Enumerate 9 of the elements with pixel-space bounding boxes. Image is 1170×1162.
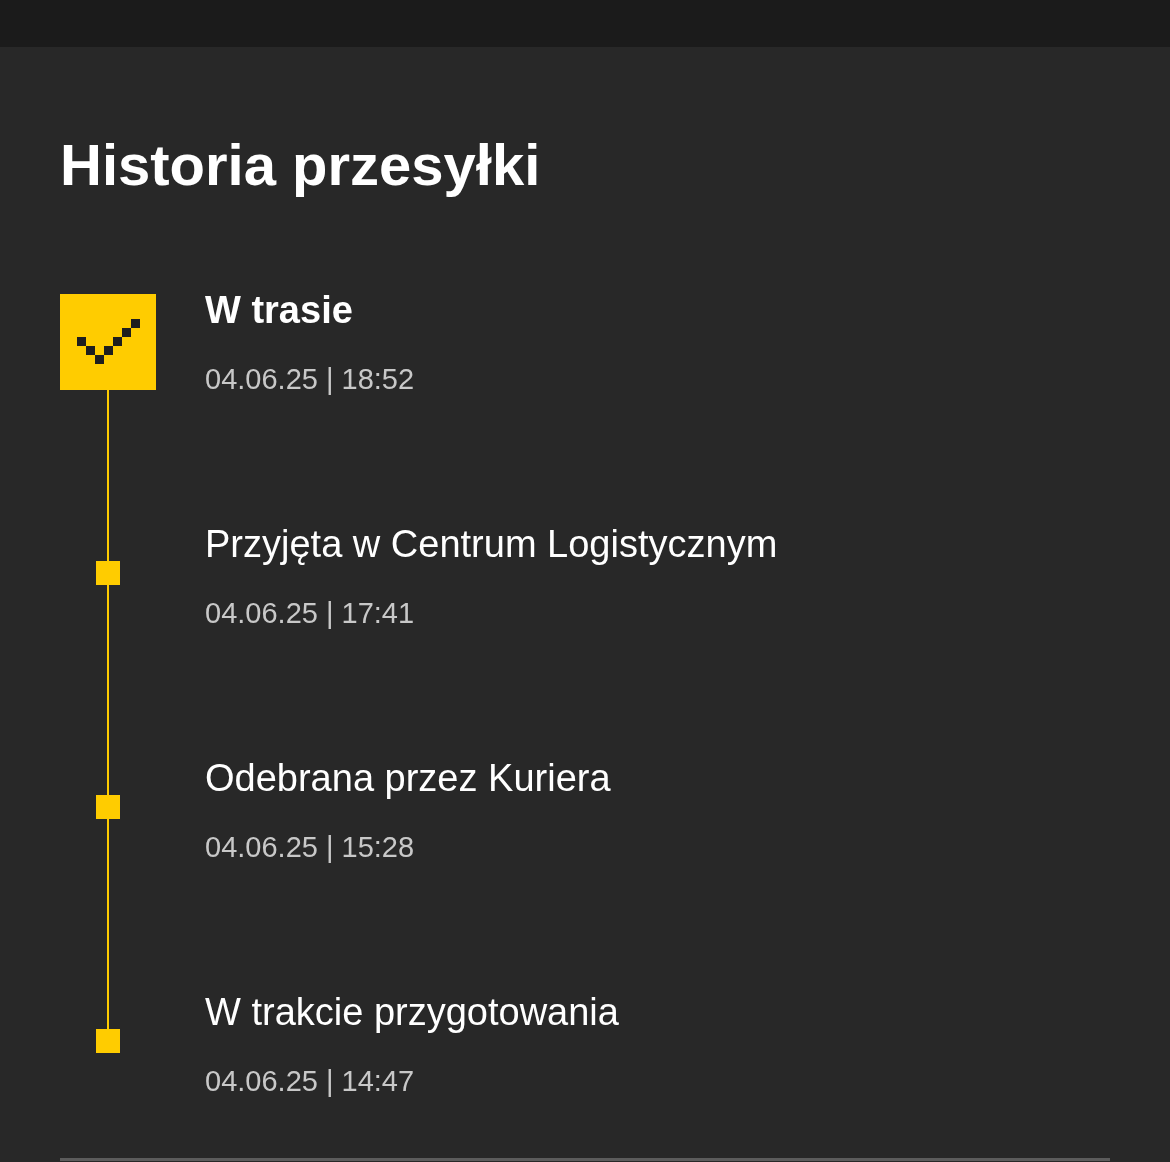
event-time: 04.06.25 | 18:52: [205, 362, 415, 397]
event-status: W trasie: [205, 289, 354, 331]
event-status: Przyjęta w Centrum Logistycznym: [205, 523, 778, 565]
event-status: Odebrana przez Kuriera: [205, 757, 611, 799]
event-time: 04.06.25 | 15:28: [205, 830, 416, 865]
page-title: Historia przesyłki: [60, 131, 542, 199]
event-time: 04.06.25 | 17:41: [205, 596, 416, 631]
event-status: W trakcie przygotowania: [205, 991, 619, 1033]
event-time: 04.06.25 | 14:47: [205, 1064, 416, 1099]
